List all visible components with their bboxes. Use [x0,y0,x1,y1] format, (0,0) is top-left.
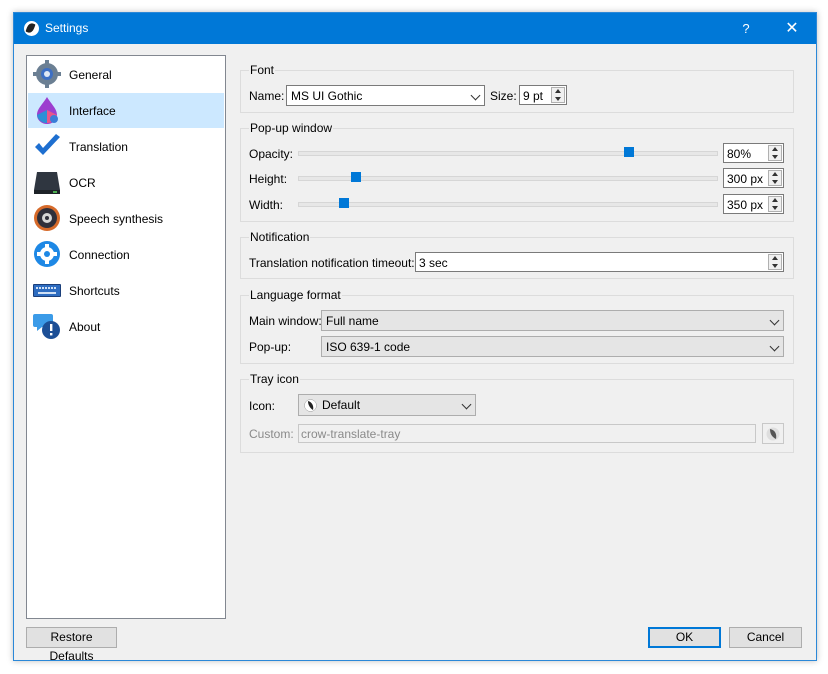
popup-format-combobox[interactable]: ISO 639-1 code [321,336,784,357]
sidebar-item-translation[interactable]: Translation [28,129,224,164]
speaker-icon [34,205,60,231]
font-name-value: MS UI Gothic [291,89,363,103]
keyboard-icon [33,284,61,297]
sidebar-item-label: Interface [69,104,116,118]
popup-format-label: Pop-up: [249,340,292,354]
sidebar-item-general[interactable]: General [28,57,224,92]
timeout-spinbox[interactable]: 3 sec [415,252,784,272]
chevron-down-icon [769,341,780,352]
chevron-down-icon [461,399,472,410]
main-window-format-combobox[interactable]: Full name [321,310,784,331]
network-gear-icon [34,241,60,267]
timeout-value: 3 sec [419,256,448,270]
width-value: 350 px [727,198,764,212]
popup-group-title: Pop-up window [249,121,334,135]
width-slider[interactable] [298,202,718,207]
notification-group-title: Notification [249,230,311,244]
sidebar-item-shortcuts[interactable]: Shortcuts [28,273,224,308]
spin-arrows-icon[interactable] [768,254,782,270]
opacity-slider[interactable] [298,151,718,156]
custom-icon-value: crow-translate-tray [301,427,401,441]
tray-icon-combobox[interactable]: Default [298,394,476,416]
height-label: Height: [249,172,288,186]
font-size-spinbox[interactable]: 9 pt [519,85,567,105]
sidebar-item-connection[interactable]: Connection [28,237,224,272]
custom-icon-field: crow-translate-tray [298,424,756,443]
font-group-title: Font [249,63,276,77]
paint-drop-icon [37,97,58,124]
opacity-value: 80% [727,147,752,161]
sidebar-item-label: Translation [69,140,128,154]
spin-arrows-icon[interactable] [768,170,782,186]
ok-button[interactable]: OK [648,627,721,648]
main-window-format-value: Full name [326,314,379,328]
height-value: 300 px [727,172,764,186]
tray-icon-label: Icon: [249,399,276,413]
checkmark-icon [35,134,60,155]
custom-icon-label: Custom: [249,427,294,441]
sidebar-item-label: Speech synthesis [69,212,164,226]
crow-icon [304,399,317,412]
sidebar-item-ocr[interactable]: OCR [28,165,224,200]
window-title: Settings [45,21,89,35]
browse-icon-button [762,423,784,444]
spin-arrows-icon[interactable] [551,87,565,103]
sidebar-item-label: Connection [69,248,130,262]
font-size-label: Size: [490,89,517,103]
gear-icon [33,60,61,88]
sidebar-item-label: About [69,320,101,334]
scanner-icon [34,172,60,194]
opacity-label: Opacity: [249,147,294,161]
sidebar-item-label: OCR [69,176,96,190]
spin-arrows-icon[interactable] [768,196,782,212]
sidebar-item-label: General [69,68,112,82]
height-spinbox[interactable]: 300 px [723,168,784,188]
tray-icon-value: Default [322,398,361,412]
restore-defaults-button[interactable]: Restore Defaults [26,627,117,663]
sidebar-item-label: Shortcuts [69,284,120,298]
info-bubble-icon [33,314,60,339]
font-name-combobox[interactable]: MS UI Gothic [286,85,485,106]
popup-window-group [240,128,794,222]
sidebar-item-interface[interactable]: Interface [28,93,224,128]
chevron-down-icon [769,315,780,326]
language-format-group-title: Language format [249,288,342,302]
settings-category-list: General Interface Translation OCR Speech… [26,55,226,619]
font-size-value: 9 pt [523,89,544,103]
opacity-slider-handle[interactable] [624,147,635,157]
settings-window: Settings ? ✕ General Interface Translati… [13,12,817,663]
tray-icon-group-title: Tray icon [249,372,300,386]
sidebar-item-about[interactable]: About [28,309,224,344]
width-slider-handle[interactable] [338,198,349,208]
main-window-label: Main window: [249,314,322,328]
width-spinbox[interactable]: 350 px [723,194,784,214]
spin-arrows-icon[interactable] [768,145,782,161]
app-icon [24,21,39,36]
sidebar-item-speech-synthesis[interactable]: Speech synthesis [28,201,224,236]
cancel-button[interactable]: Cancel [729,627,802,648]
timeout-label: Translation notification timeout: [249,256,415,270]
font-name-label: Name: [249,89,285,103]
title-bar: Settings ? ✕ [14,13,816,44]
popup-format-value: ISO 639-1 code [326,340,411,354]
crow-icon [766,427,780,441]
width-label: Width: [249,198,284,212]
height-slider-handle[interactable] [351,172,362,182]
opacity-spinbox[interactable]: 80% [723,143,784,163]
help-button[interactable]: ? [731,13,761,44]
chevron-down-icon [470,90,481,101]
close-button[interactable]: ✕ [777,13,807,44]
